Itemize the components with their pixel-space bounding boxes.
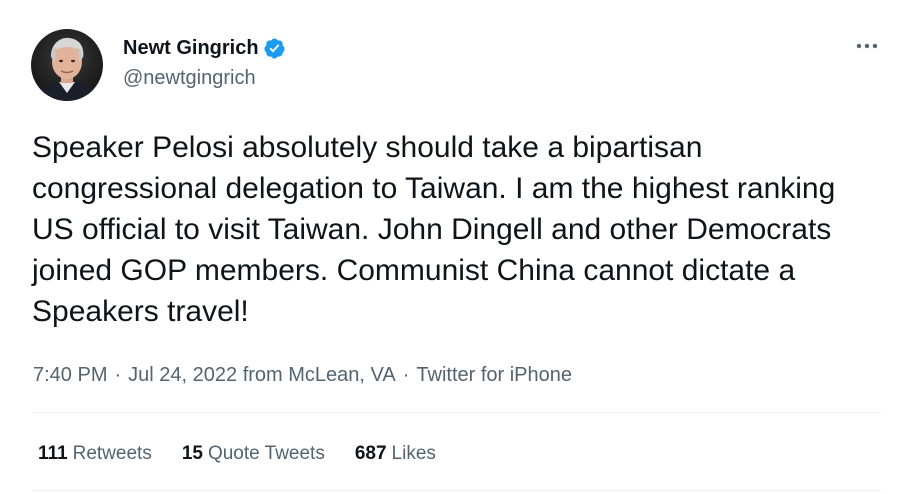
retweets-label: Retweets bbox=[72, 443, 152, 464]
tweet-date-location[interactable]: Jul 24, 2022 from McLean, VA bbox=[128, 364, 396, 387]
likes-count: 687 bbox=[354, 443, 387, 464]
likes-stat[interactable]: 687 Likes bbox=[355, 443, 436, 465]
meta-separator: · bbox=[114, 363, 122, 386]
quote-tweets-label: Quote Tweets bbox=[207, 443, 325, 464]
avatar[interactable] bbox=[31, 29, 103, 101]
retweets-stat[interactable]: 111 Retweets bbox=[38, 443, 152, 465]
author-handle[interactable]: @newtgingrich bbox=[123, 67, 256, 90]
engagement-stats: 111 Retweets 15 Quote Tweets 687 Likes bbox=[38, 440, 466, 468]
quote-tweets-stat[interactable]: 15 Quote Tweets bbox=[182, 443, 325, 465]
tweet-meta: 7:40 PM · Jul 24, 2022 from McLean, VA ·… bbox=[33, 361, 572, 389]
quote-tweets-count: 15 bbox=[181, 443, 203, 464]
more-options-button[interactable] bbox=[850, 34, 884, 58]
retweets-count: 111 bbox=[38, 443, 68, 464]
verified-badge-icon bbox=[263, 37, 286, 60]
tweet-card: Newt Gingrich @newtgingrich Speaker Pelo… bbox=[0, 0, 904, 494]
likes-label: Likes bbox=[391, 443, 436, 464]
more-horizontal-icon bbox=[856, 43, 878, 49]
avatar-image bbox=[31, 29, 103, 101]
author-name[interactable]: Newt Gingrich bbox=[123, 37, 259, 60]
tweet-text: Speaker Pelosi absolutely should take a … bbox=[32, 131, 836, 328]
tweet-time[interactable]: 7:40 PM bbox=[33, 364, 107, 387]
meta-separator: · bbox=[402, 363, 410, 386]
tweet-source[interactable]: Twitter for iPhone bbox=[416, 364, 572, 387]
divider bbox=[32, 490, 882, 491]
author-name-row: Newt Gingrich bbox=[123, 35, 286, 61]
divider bbox=[32, 412, 882, 413]
